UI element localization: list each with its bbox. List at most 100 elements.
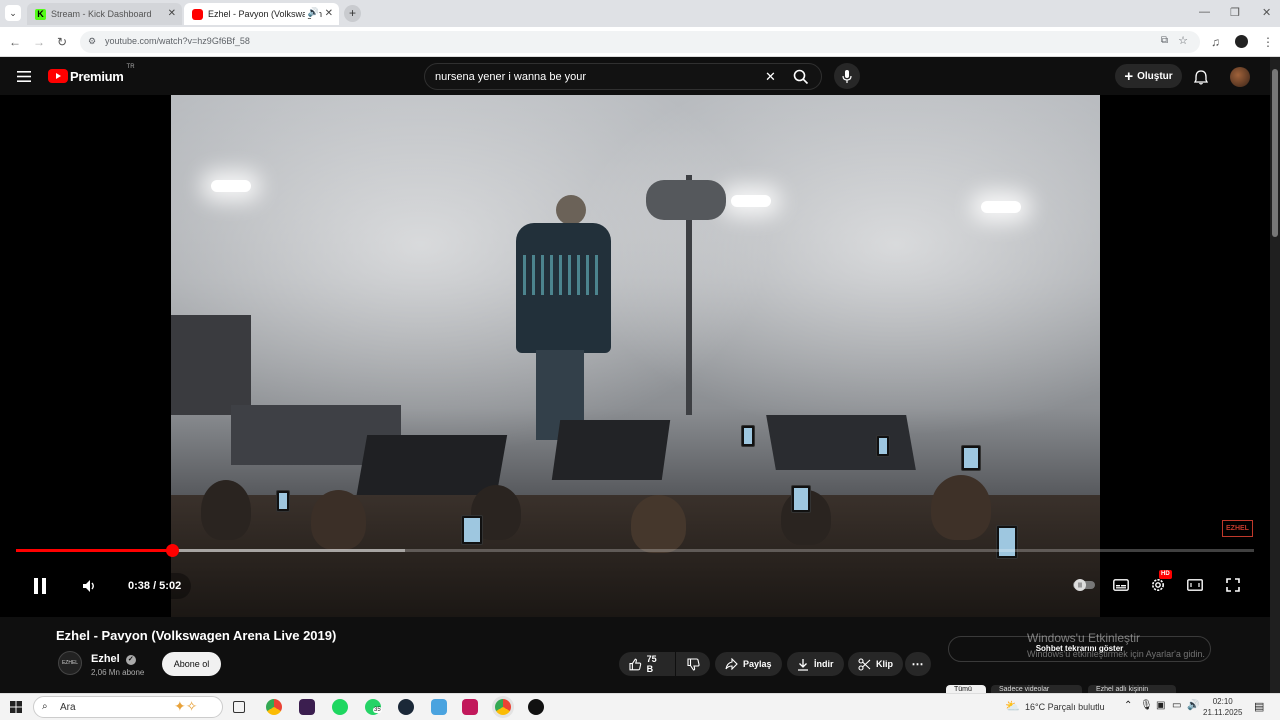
- youtube-icon: [192, 8, 203, 20]
- scissors-icon: [858, 657, 871, 671]
- volume-button[interactable]: [72, 569, 106, 603]
- channel-watermark[interactable]: EZHEL: [1222, 520, 1253, 537]
- crowd-phone: [791, 485, 811, 513]
- create-label: Oluştur: [1137, 70, 1173, 82]
- search-input[interactable]: nursena yener i wanna be your: [435, 71, 586, 83]
- clip-button[interactable]: Klip: [848, 652, 903, 676]
- close-window-icon[interactable]: ✕: [1262, 6, 1271, 19]
- youtube-play-icon: [48, 69, 68, 83]
- channel-name[interactable]: Ezhel ✓: [91, 653, 136, 665]
- browser-tab-bar: ⌄ K Stream - Kick Dashboard ✕ Ezhel - Pa…: [0, 0, 1280, 27]
- more-actions-button[interactable]: ⋯: [905, 652, 931, 676]
- kick-icon: K: [35, 8, 46, 20]
- minimize-icon[interactable]: —: [1199, 6, 1210, 18]
- download-button[interactable]: İndir: [787, 652, 844, 676]
- whatsapp-badge: 35: [373, 707, 382, 713]
- chrome-active-icon[interactable]: [495, 699, 511, 715]
- dislike-button[interactable]: [676, 652, 710, 676]
- subscribe-button[interactable]: Abone ol: [162, 652, 221, 676]
- app-icon[interactable]: [462, 699, 478, 715]
- new-tab-button[interactable]: +: [344, 5, 361, 22]
- channel-avatar[interactable]: EZHEL: [58, 651, 82, 675]
- install-app-icon[interactable]: ⧉: [1161, 35, 1168, 46]
- share-icon: [725, 658, 738, 670]
- subtitles-icon[interactable]: [1111, 577, 1131, 593]
- chrome-menu-icon[interactable]: ⋮: [1262, 35, 1274, 49]
- bookmark-star-icon[interactable]: ☆: [1178, 34, 1188, 47]
- spotify-icon[interactable]: [332, 699, 348, 715]
- search-box[interactable]: nursena yener i wanna be your ✕: [424, 63, 822, 90]
- account-avatar[interactable]: [1230, 67, 1250, 87]
- crowd-phone: [741, 425, 755, 447]
- profile-avatar[interactable]: [1235, 35, 1248, 48]
- address-bar[interactable]: ⚙ youtube.com/watch?v=hz9Gf6Bf_58 ⧉ ☆: [80, 31, 1200, 53]
- more-icon: ⋯: [911, 657, 925, 671]
- steam-icon[interactable]: [398, 699, 414, 715]
- clear-search-icon[interactable]: ✕: [765, 69, 776, 85]
- volume-icon: [83, 580, 94, 592]
- app-icon[interactable]: [299, 699, 315, 715]
- crowd-head: [631, 495, 686, 553]
- task-view-icon[interactable]: [233, 701, 245, 713]
- time-display: 0:38 / 5:02: [118, 573, 192, 599]
- tray-microphone-icon[interactable]: 🎙: [1140, 700, 1153, 711]
- speaker-icon[interactable]: 🔊: [304, 7, 319, 18]
- notifications-icon[interactable]: ▤: [1254, 700, 1264, 713]
- create-button[interactable]: + Oluştur: [1115, 64, 1182, 88]
- tray-network-icon[interactable]: ▣: [1156, 700, 1165, 711]
- close-tab-icon[interactable]: ✕: [324, 8, 333, 19]
- tab-kick-dashboard[interactable]: K Stream - Kick Dashboard ✕: [27, 3, 182, 25]
- tray-chevron-icon[interactable]: ⌃: [1124, 700, 1132, 711]
- pause-button[interactable]: [22, 569, 58, 603]
- microphone-icon[interactable]: [834, 63, 860, 89]
- url-text: youtube.com/watch?v=hz9Gf6Bf_58: [105, 36, 250, 46]
- taskbar-search[interactable]: ⌕ Ara ✦✧: [33, 696, 223, 718]
- tab-youtube[interactable]: Ezhel - Pavyon (Volkswagen 🔊 ✕: [184, 3, 339, 25]
- hd-badge: HD: [1159, 570, 1172, 579]
- windows-taskbar: ⌕ Ara ✦✧ 35 ⛅ 16°C Parçalı bulutlu ⌃ 🎙 ▣…: [0, 693, 1280, 720]
- theater-mode-icon[interactable]: [1185, 577, 1205, 593]
- video-player[interactable]: EZHEL 0:38 / 5:02 HD: [0, 95, 1270, 617]
- youtube-premium-logo[interactable]: Premium TR: [48, 64, 135, 84]
- clip-label: Klip: [876, 659, 893, 669]
- tray-volume-icon[interactable]: 🔊: [1187, 700, 1199, 711]
- share-button[interactable]: Paylaş: [715, 652, 782, 676]
- autoplay-toggle[interactable]: [1073, 578, 1095, 592]
- video-frame[interactable]: [171, 95, 1100, 617]
- app-icon[interactable]: [528, 699, 544, 715]
- site-info-icon[interactable]: ⚙: [88, 36, 96, 47]
- video-title: Ezhel - Pavyon (Volkswagen Arena Live 20…: [56, 628, 337, 643]
- tab-search-button[interactable]: ⌄: [5, 5, 21, 21]
- tab-title: Stream - Kick Dashboard: [51, 9, 152, 19]
- thumbs-down-icon: [686, 657, 700, 671]
- weather-text[interactable]: 16°C Parçalı bulutlu: [1025, 702, 1105, 712]
- tray-battery-icon[interactable]: ▭: [1172, 700, 1181, 711]
- hamburger-menu-icon[interactable]: [14, 68, 34, 84]
- windows-start-icon[interactable]: [10, 701, 22, 713]
- clock-date: 21.11.2025: [1203, 708, 1243, 717]
- taskbar-search-placeholder: Ara: [60, 702, 76, 713]
- media-control-icon[interactable]: ♫: [1211, 35, 1220, 49]
- close-tab-icon[interactable]: ✕: [168, 8, 176, 19]
- search-icon[interactable]: [793, 69, 809, 85]
- crowd-head: [931, 475, 991, 540]
- taskbar-clock[interactable]: 02:10 21.11.2025: [1203, 696, 1242, 718]
- notifications-bell-icon[interactable]: [1192, 68, 1210, 86]
- crowd-head: [201, 480, 251, 540]
- reload-icon[interactable]: ↻: [57, 35, 67, 49]
- stage-light: [981, 201, 1021, 213]
- progress-scrubber[interactable]: [165, 544, 179, 557]
- progress-bar[interactable]: [16, 544, 1254, 557]
- scrollbar-thumb[interactable]: [1272, 69, 1278, 237]
- restore-icon[interactable]: ❐: [1230, 6, 1240, 19]
- fullscreen-icon[interactable]: [1223, 576, 1243, 594]
- file-explorer-icon[interactable]: [431, 699, 447, 715]
- chrome-icon[interactable]: [266, 699, 282, 715]
- like-count: 75 B: [646, 654, 657, 674]
- page-scrollbar[interactable]: [1270, 57, 1280, 693]
- share-label: Paylaş: [743, 659, 772, 669]
- forward-icon[interactable]: →: [33, 35, 45, 49]
- back-icon[interactable]: ←: [9, 35, 21, 49]
- download-icon: [798, 658, 808, 671]
- like-button[interactable]: 75 B: [619, 652, 675, 676]
